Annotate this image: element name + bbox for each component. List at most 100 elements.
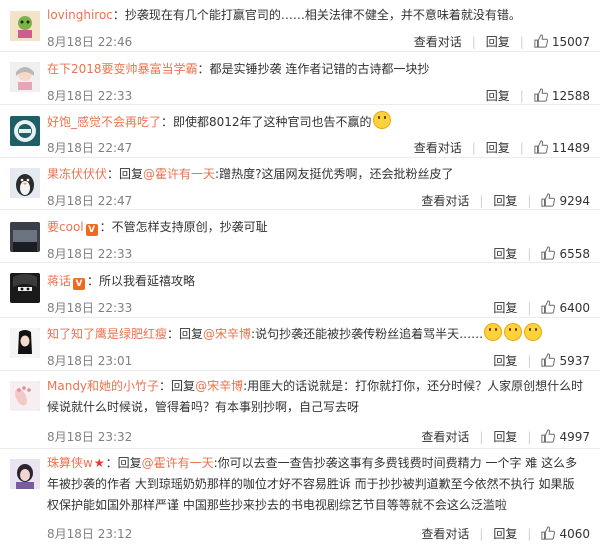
like-count: 9294	[559, 194, 590, 208]
avatar[interactable]	[10, 459, 40, 489]
reply-prefix: ：回复	[107, 167, 144, 181]
like-count: 4997	[559, 430, 590, 444]
like-button[interactable]: 5937	[541, 353, 590, 368]
comment-item: 要cool V ：不管怎样支持原创，抄袭可耻 8月18日 22:33 回复 | 655…	[0, 210, 600, 263]
star-badge-icon: ★	[93, 456, 105, 470]
like-button[interactable]: 9294	[541, 193, 590, 208]
username-link[interactable]: 知了知了鹰是绿肥红瘦	[47, 327, 167, 341]
avatar[interactable]	[10, 273, 40, 303]
mention-link[interactable]: @霍许有一天	[142, 456, 214, 470]
view-dialog-link[interactable]: 查看对话	[421, 525, 469, 542]
comment-item: 在下2018要变帅暴富当学霸：都是实锤抄袭 连作者记错的古诗都一块抄 8月18日…	[0, 52, 600, 105]
timestamp: 8月18日 22:46	[47, 35, 133, 49]
reply-link[interactable]: 回复	[486, 87, 510, 104]
view-dialog-link[interactable]: 查看对话	[421, 428, 469, 445]
thumbs-up-icon	[541, 300, 556, 314]
view-dialog-link[interactable]: 查看对话	[414, 139, 462, 156]
timestamp: 8月18日 22:47	[47, 194, 133, 208]
username-link[interactable]: 蒋话	[47, 274, 71, 288]
comment-item: 蒋话 V ：所以我看延禧攻略 8月18日 22:33 回复 | 6400	[0, 263, 600, 318]
thumbs-up-icon	[534, 140, 548, 154]
like-button[interactable]: 4060	[541, 526, 590, 541]
reply-link[interactable]: 回复	[493, 192, 517, 209]
avatar[interactable]	[10, 328, 40, 358]
view-dialog-link[interactable]: 查看对话	[414, 33, 462, 50]
like-button[interactable]: 11489	[534, 140, 590, 155]
like-count: 11489	[551, 141, 590, 155]
avatar[interactable]	[10, 168, 40, 198]
like-count: 6558	[559, 247, 590, 261]
comment-text: ：抄袭现在有几个能打赢官司的……相关法律不健全，并不意味着就没有错。	[112, 8, 521, 22]
mention-link[interactable]: @霍许有一天	[143, 167, 215, 181]
smile-emoji-icon	[484, 323, 503, 341]
thumbs-up-icon	[541, 353, 556, 367]
comment-item: 果冻伏伏伏：回复@霍许有一天:蹭热度?这届网友挺优秀啊，还会批粉丝皮了 8月18…	[0, 158, 600, 210]
username-link[interactable]: 在下2018要变帅暴富当学霸	[47, 62, 198, 76]
timestamp: 8月18日 22:33	[47, 301, 133, 315]
avatar[interactable]	[10, 116, 40, 146]
thumbs-up-icon	[534, 88, 548, 102]
like-count: 6400	[559, 301, 590, 315]
timestamp: 8月18日 22:47	[47, 141, 133, 155]
thumbs-up-icon	[541, 246, 556, 260]
like-count: 15007	[551, 35, 590, 49]
reply-link[interactable]: 回复	[493, 352, 517, 369]
reply-prefix: ：回复	[167, 327, 204, 341]
timestamp: 8月18日 23:12	[47, 527, 133, 541]
username-link[interactable]: Mandy和她的小竹子	[47, 379, 159, 393]
comment-text: :蹭热度?这届网友挺优秀啊，还会批粉丝皮了	[215, 167, 454, 181]
timestamp: 8月18日 22:33	[47, 247, 133, 261]
username-link[interactable]: 好饱_感觉不会再吃了	[47, 115, 161, 129]
avatar[interactable]	[10, 11, 40, 41]
avatar[interactable]	[10, 62, 40, 92]
comment-item: lovinghiroc：抄袭现在有几个能打赢官司的……相关法律不健全，并不意味着…	[0, 0, 600, 52]
reply-prefix: ：回复	[105, 456, 142, 470]
timestamp: 8月18日 22:33	[47, 89, 133, 103]
avatar[interactable]	[10, 222, 40, 252]
username-link[interactable]: 珠算侠w	[47, 456, 93, 470]
reply-link[interactable]: 回复	[493, 299, 517, 316]
smile-emoji-icon	[524, 323, 543, 341]
like-count: 5937	[559, 354, 590, 368]
timestamp: 8月18日 23:01	[47, 354, 133, 368]
reply-link[interactable]: 回复	[486, 33, 510, 50]
comment-item: 好饱_感觉不会再吃了：即使都8012年了这种官司也告不赢的 8月18日 22:4…	[0, 105, 600, 158]
view-dialog-link[interactable]: 查看对话	[421, 192, 469, 209]
thumbs-up-icon	[541, 193, 556, 207]
thumbs-up-icon	[541, 429, 556, 443]
thumbs-up-icon	[541, 526, 556, 540]
comment-text: ：即使都8012年了这种官司也告不赢的	[161, 115, 372, 129]
like-count: 12588	[551, 89, 590, 103]
like-count: 4060	[559, 527, 590, 541]
like-button[interactable]: 12588	[534, 88, 590, 103]
comment-list: lovinghiroc：抄袭现在有几个能打赢官司的……相关法律不健全，并不意味着…	[0, 0, 600, 546]
thumbs-up-icon	[534, 34, 548, 48]
comment-item: 珠算侠w★：回复@霍许有一天:你可以去查一查告抄袭这事有多费钱费时间费精力 一个…	[0, 449, 600, 546]
smile-emoji-icon	[504, 323, 523, 341]
comment-text: ：所以我看延禧攻略	[87, 274, 196, 288]
verified-v-icon: V	[73, 278, 86, 290]
reply-link[interactable]: 回复	[486, 139, 510, 156]
comment-text: :说句抄袭还能被抄袭传粉丝追着骂半天……	[251, 327, 484, 341]
username-link[interactable]: 果冻伏伏伏	[47, 167, 107, 181]
like-button[interactable]: 4997	[541, 429, 590, 444]
verified-v-icon: V	[85, 224, 98, 236]
avatar[interactable]	[10, 381, 40, 411]
like-button[interactable]: 15007	[534, 34, 590, 49]
reply-link[interactable]: 回复	[493, 245, 517, 262]
comment-item: Mandy和她的小竹子：回复@宋辛博:用匪大的话说就是：打你就打你，还分时候？人…	[0, 371, 600, 449]
mention-link[interactable]: @宋辛博	[195, 379, 243, 393]
comment-text: ：都是实锤抄袭 连作者记错的古诗都一块抄	[197, 62, 430, 76]
username-link[interactable]: 要cool	[47, 220, 84, 234]
reply-link[interactable]: 回复	[493, 525, 517, 542]
like-button[interactable]: 6558	[541, 246, 590, 261]
like-button[interactable]: 6400	[541, 300, 590, 315]
reply-link[interactable]: 回复	[493, 428, 517, 445]
smile-emoji-icon	[372, 111, 391, 129]
username-link[interactable]: lovinghiroc	[47, 8, 113, 22]
timestamp: 8月18日 23:32	[47, 430, 133, 444]
reply-prefix: ：回复	[159, 379, 196, 393]
comment-item: 知了知了鹰是绿肥红瘦：回复@宋辛博:说句抄袭还能被抄袭传粉丝追着骂半天…… 8月…	[0, 318, 600, 371]
comment-text: ：不管怎样支持原创，抄袭可耻	[99, 220, 268, 234]
mention-link[interactable]: @宋辛博	[203, 327, 251, 341]
